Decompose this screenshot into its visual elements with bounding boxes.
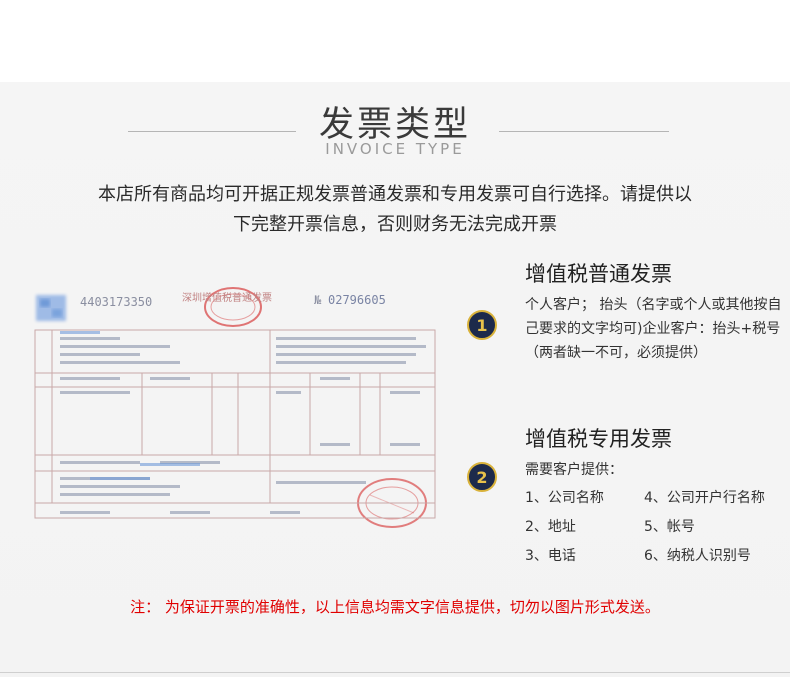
section-title-general-invoice: 增值税普通发票: [525, 262, 672, 286]
number-badge-2: 2: [467, 462, 497, 492]
section-title-special-invoice: 增值税专用发票: [525, 427, 672, 451]
invoice-number-label: №: [314, 293, 322, 307]
invoice-code: 4403173350: [80, 295, 153, 309]
section-lead-special-invoice: 需要客户提供：: [525, 462, 623, 478]
warning-note: 注： 为保证开票的准确性，以上信息均需文字信息提供，切勿以图片形式发送。: [130, 598, 660, 616]
top-white-band: [0, 0, 790, 82]
required-item: 1、公司名称: [525, 490, 604, 506]
intro-line-2: 下完整开票信息，否则财务无法完成开票: [233, 214, 557, 235]
invoice-sample-graphic: [34, 287, 436, 528]
intro-text: 本店所有商品均可开据正规发票普通发票和专用发票可自行选择。请提供以 下完整开票信…: [50, 180, 740, 240]
bottom-divider: [0, 672, 790, 673]
invoice-header-text: 深圳增值税普通发票: [182, 293, 272, 304]
page-subtitle: INVOICE TYPE: [325, 140, 465, 158]
intro-line-1: 本店所有商品均可开据正规发票普通发票和专用发票可自行选择。请提供以: [98, 184, 692, 205]
required-item: 4、公司开户行名称: [644, 490, 765, 506]
invoice-number: 02796605: [328, 293, 386, 307]
required-item: 6、纳税人识别号: [644, 548, 751, 564]
required-item: 3、电话: [525, 548, 576, 564]
number-badge-1: 1: [467, 310, 497, 340]
required-item: 5、帐号: [644, 519, 695, 535]
required-item: 2、地址: [525, 519, 576, 535]
invoice-sample-image: 4403173350 深圳增值税普通发票 № 02796605: [30, 285, 442, 535]
section-body-general-invoice: 个人客户； 抬头（名字或个人或其他按自己要求的文字均可)企业客户：抬头+税号（两…: [525, 297, 782, 361]
